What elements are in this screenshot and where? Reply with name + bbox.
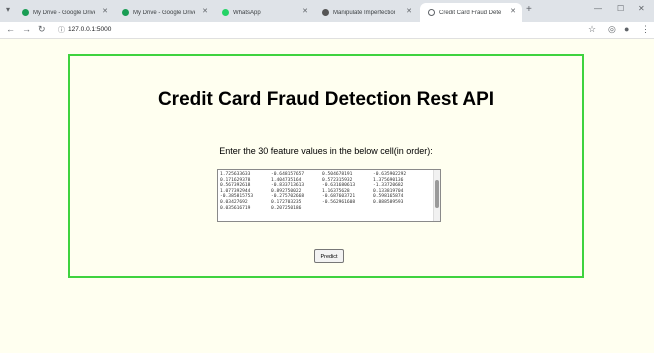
feature-prompt: Enter the 30 feature values in the below…	[219, 146, 433, 156]
forward-arrow-icon[interactable]: →	[22, 24, 31, 34]
tab-google-drive-1[interactable]: My Drive - Google Drive ✕	[14, 3, 114, 22]
tab-strip: ▾ My Drive - Google Drive ✕ My Drive - G…	[0, 0, 654, 22]
site-info-icon[interactable]: ⓘ	[58, 25, 65, 35]
site-icon	[322, 9, 329, 16]
feature-value: 0.035616719	[220, 205, 251, 211]
main-panel: Credit Card Fraud Detection Rest API Ent…	[68, 54, 584, 278]
predict-button[interactable]: Predict	[314, 249, 344, 263]
tab-label: My Drive - Google Drive	[133, 9, 195, 16]
browser-toolbar: ← → ↻ ⓘ 127.0.0.1:5000 ☆ ◎ ● ⋮	[0, 22, 654, 39]
google-drive-icon	[22, 9, 29, 16]
extensions-icon[interactable]: ◎	[608, 24, 616, 35]
tab-label: WhatsApp	[233, 9, 261, 16]
reload-icon[interactable]: ↻	[38, 24, 46, 35]
features-textarea[interactable]: 1.725633633 -0.648157657 0.504678191 -0.635…	[217, 169, 441, 222]
feature-value: -0.562961608	[322, 199, 356, 205]
close-icon[interactable]: ✕	[202, 7, 208, 15]
feature-value: 0.207250186	[271, 205, 302, 211]
maximize-icon[interactable]: ☐	[617, 4, 624, 13]
close-icon[interactable]: ✕	[406, 7, 412, 15]
close-icon[interactable]: ✕	[510, 7, 516, 15]
textarea-scrollbar[interactable]	[433, 170, 440, 221]
close-window-icon[interactable]: ✕	[638, 4, 645, 13]
new-tab-plus-icon[interactable]: +	[526, 4, 532, 15]
tab-whatsapp[interactable]: WhatsApp ✕	[214, 3, 314, 22]
feature-values: 1.725633633 -0.648157657 0.504678191 -0.635…	[220, 172, 424, 211]
tab-search-icon[interactable]: ▾	[6, 5, 10, 14]
profile-icon[interactable]: ●	[624, 24, 629, 34]
tab-label: Manipulate Imperfection be	[333, 9, 395, 16]
minimize-icon[interactable]: —	[594, 4, 602, 13]
bookmark-star-icon[interactable]: ☆	[588, 24, 596, 35]
tab-fraud-detection[interactable]: Credit Card Fraud Detection W ✕	[420, 3, 522, 22]
tab-label: My Drive - Google Drive	[33, 9, 95, 16]
tab-manipulate[interactable]: Manipulate Imperfection be ✕	[314, 3, 418, 22]
tab-google-drive-2[interactable]: My Drive - Google Drive ✕	[114, 3, 214, 22]
whatsapp-icon	[222, 9, 229, 16]
close-icon[interactable]: ✕	[102, 7, 108, 15]
page-title: Credit Card Fraud Detection Rest API	[157, 89, 495, 110]
back-arrow-icon[interactable]: ←	[6, 24, 15, 34]
address-bar[interactable]: 127.0.0.1:5000	[68, 26, 111, 33]
scrollbar-thumb[interactable]	[435, 180, 439, 208]
tab-label: Credit Card Fraud Detection W	[439, 9, 501, 16]
menu-kebab-icon[interactable]: ⋮	[641, 24, 650, 35]
globe-icon	[428, 9, 435, 16]
google-drive-icon	[122, 9, 129, 16]
close-icon[interactable]: ✕	[302, 7, 308, 15]
feature-value: 0.888589593	[373, 199, 404, 205]
